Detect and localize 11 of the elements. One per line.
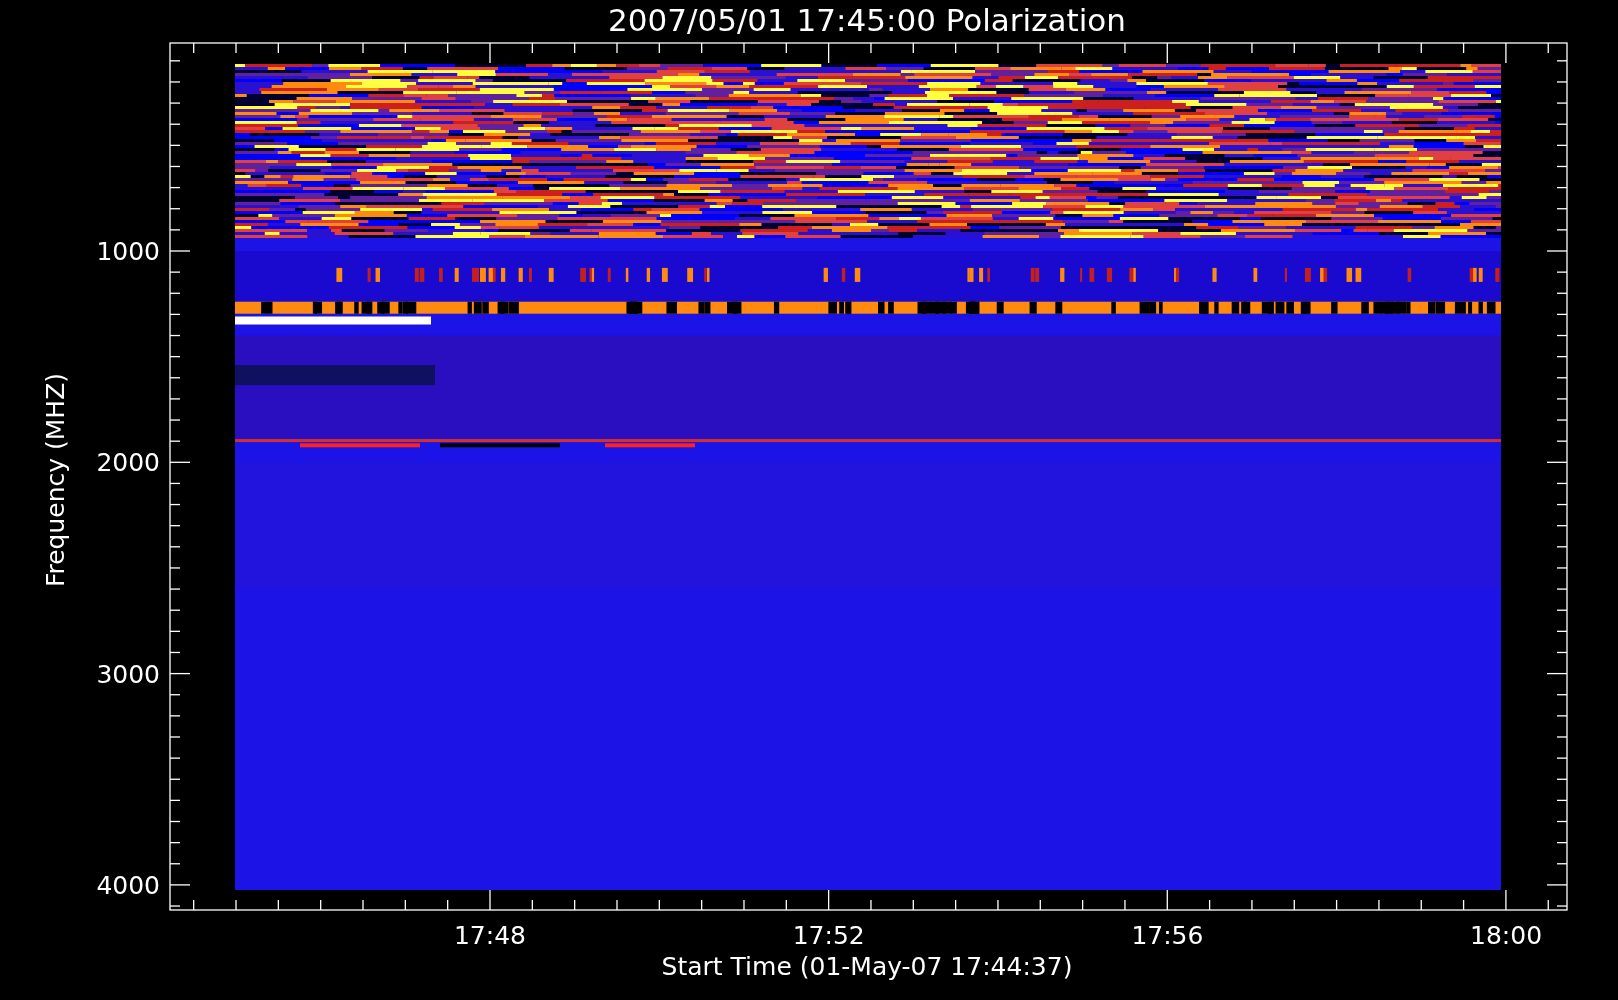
y-tick-label: 4000	[96, 870, 160, 900]
chart-title: 2007/05/01 17:45:00 Polarization	[608, 2, 1126, 38]
x-tick-label: 17:48	[454, 921, 526, 950]
y-tick-label: 1000	[96, 237, 160, 266]
y-axis-label: Frequency (MHZ)	[41, 372, 70, 588]
x-tick-label: 17:52	[792, 921, 865, 950]
y-tick-label: 2000	[96, 448, 160, 478]
x-tick-label: 17:56	[1131, 921, 1204, 950]
x-tick-label: 18:00	[1470, 921, 1543, 950]
x-axis-label: Start Time (01-May-07 17:44:37)	[661, 952, 1073, 981]
y-tick-label: 3000	[96, 659, 160, 689]
